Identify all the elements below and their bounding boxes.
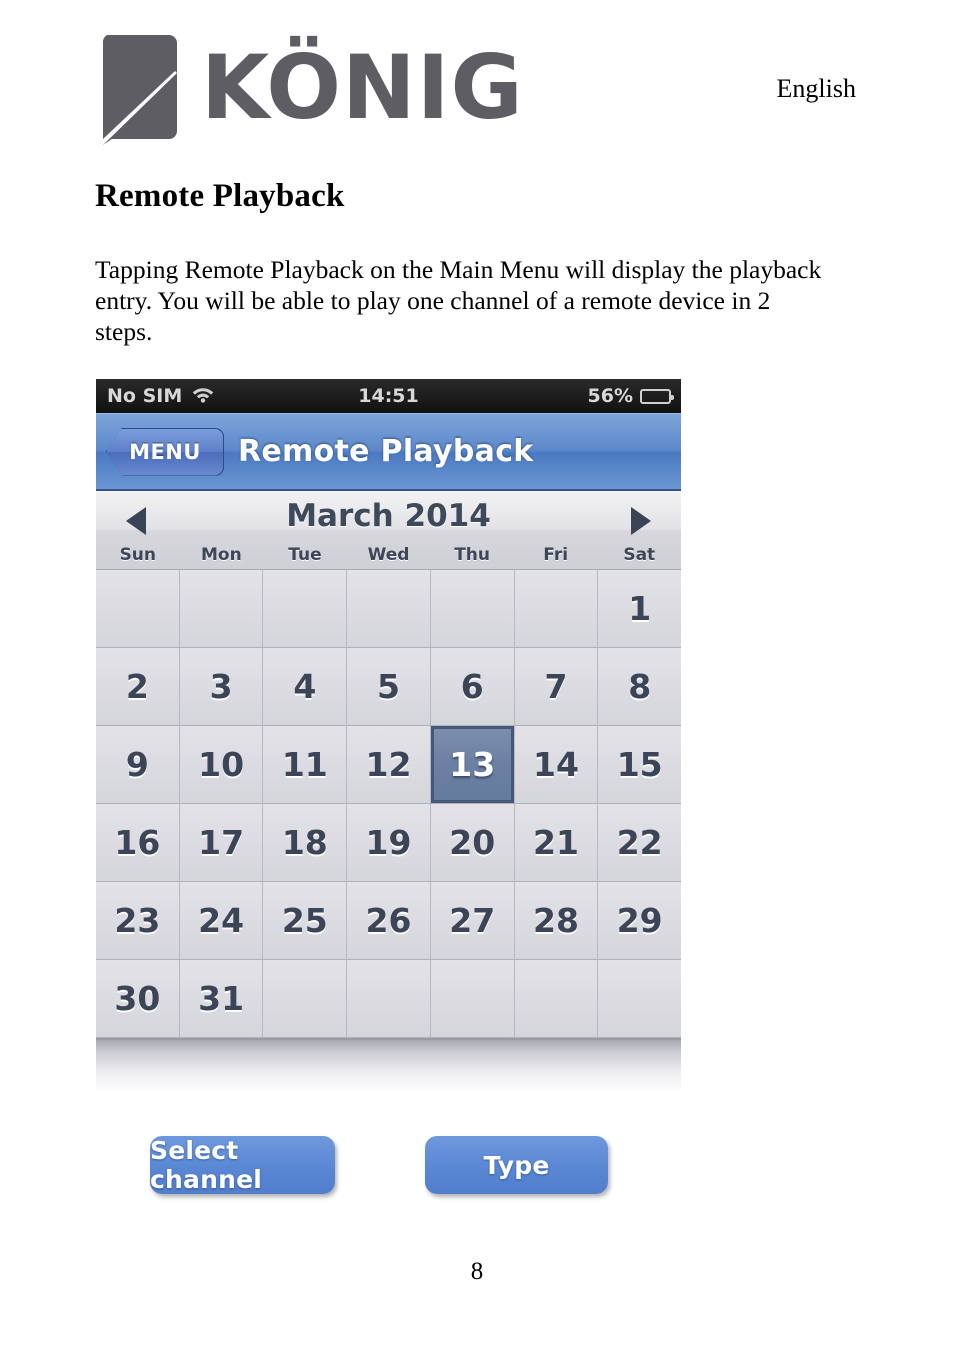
calendar-day-16[interactable]: 16: [96, 804, 180, 882]
calendar-weekday-sat: Sat: [623, 545, 656, 565]
triangle-right-icon[interactable]: [631, 507, 651, 535]
calendar-day-25[interactable]: 25: [263, 882, 348, 960]
phone-screenshot: No SIM 14:51 56% MENU Remote Playback Ma…: [96, 379, 682, 1092]
calendar-day-18[interactable]: 18: [263, 804, 348, 882]
calendar-day-14[interactable]: 14: [514, 726, 599, 804]
app-title: Remote Playback: [238, 434, 534, 469]
calendar-day-empty: [430, 570, 515, 648]
intro-paragraph: Tapping Remote Playback on the Main Menu…: [95, 255, 822, 346]
document-header: KÖNIG English: [0, 0, 954, 160]
calendar-day-empty: [347, 960, 431, 1038]
calendar-month-header: March 2014 Sun Mon Tue Wed Thu Fri Sat: [96, 491, 681, 570]
battery-icon: [640, 388, 674, 404]
calendar-day-28[interactable]: 28: [514, 882, 599, 960]
calendar-day-17[interactable]: 17: [179, 804, 264, 882]
calendar-day-6[interactable]: 6: [430, 648, 515, 726]
calendar-week-row: 16 17 18 19 20 21 22: [96, 804, 682, 882]
app-navigation-bar: MENU Remote Playback: [96, 413, 681, 491]
calendar-weekday-tue: Tue: [288, 545, 322, 565]
calendar-day-empty: [347, 570, 431, 648]
action-button-row: Select channel Type: [0, 1125, 954, 1215]
ios-status-bar: No SIM 14:51 56%: [96, 379, 681, 413]
calendar-week-row: 2345678: [96, 648, 682, 726]
calendar-day-9[interactable]: 9: [96, 726, 180, 804]
calendar-week-row: 30 31: [96, 960, 682, 1038]
calendar-day-21[interactable]: 21: [514, 804, 599, 882]
calendar-day-3[interactable]: 3: [179, 648, 264, 726]
calendar-weekday-sun: Sun: [119, 545, 157, 565]
calendar-weekday-fri: Fri: [543, 545, 569, 565]
select-channel-button[interactable]: Select channel: [150, 1136, 335, 1194]
calendar-day-20[interactable]: 20: [430, 804, 515, 882]
calendar-weekday-wed: Wed: [367, 545, 410, 565]
page-title: Remote Playback: [95, 178, 345, 214]
calendar-grid: 1 2 3 4 5 6 7 8 9 10 11 12 13 14 15 16 17 18 19 20 21 22 23 24 2…: [96, 570, 682, 1040]
calendar-day-15[interactable]: 15: [598, 726, 682, 804]
calendar-day-31[interactable]: 31: [179, 960, 264, 1038]
calendar-week-row: 9 10 11 12 13 14 15: [96, 726, 682, 804]
calendar-day-22[interactable]: 22: [598, 804, 682, 882]
calendar-day-29[interactable]: 29: [598, 882, 682, 960]
status-bar-right: 56%: [587, 385, 674, 407]
calendar-week-row: 1: [96, 570, 682, 648]
calendar-day-19[interactable]: 19: [347, 804, 431, 882]
calendar-day-12[interactable]: 12: [347, 726, 431, 804]
menu-back-button[interactable]: MENU: [106, 427, 224, 476]
calendar-day-7[interactable]: 7: [514, 648, 599, 726]
calendar-month-label: March 2014: [286, 498, 491, 534]
konig-logo: KÖNIG: [97, 27, 524, 145]
calendar-day-2[interactable]: 2: [96, 648, 180, 726]
calendar-weekday-thu: Thu: [454, 545, 490, 565]
calendar-day-empty: [430, 960, 515, 1038]
calendar-day-empty: [263, 960, 348, 1038]
calendar-day-30[interactable]: 30: [96, 960, 180, 1038]
calendar-day-8[interactable]: 8: [598, 648, 682, 726]
type-button[interactable]: Type: [425, 1136, 608, 1194]
calendar-day-empty: [598, 960, 682, 1038]
calendar-day-empty: [263, 570, 348, 648]
calendar-day-26[interactable]: 26: [347, 882, 431, 960]
language-label: English: [776, 74, 856, 103]
calendar-day-4[interactable]: 4: [263, 648, 348, 726]
calendar-day-27[interactable]: 27: [430, 882, 515, 960]
calendar-day-23[interactable]: 23: [96, 882, 180, 960]
calendar-day-10[interactable]: 10: [179, 726, 264, 804]
calendar-day-11[interactable]: 11: [263, 726, 348, 804]
page-number: 8: [470, 1258, 484, 1285]
calendar-day-empty: [96, 570, 180, 648]
konig-logo-mark-icon: [97, 27, 183, 145]
konig-wordmark: KÖNIG: [201, 36, 524, 139]
calendar-day-empty: [179, 570, 264, 648]
calendar-week-row: 23 24 25 26 27 28 29: [96, 882, 682, 960]
calendar-day-24[interactable]: 24: [179, 882, 264, 960]
calendar-weekday-row: Sun Mon Tue Wed Thu Fri Sat: [96, 545, 681, 565]
calendar-day-empty: [514, 570, 599, 648]
calendar-day-empty: [514, 960, 599, 1038]
battery-percent-label: 56%: [587, 385, 633, 407]
calendar-weekday-mon: Mon: [201, 545, 242, 565]
calendar-day-13[interactable]: 13: [430, 726, 515, 804]
screenshot-fade-edge: [96, 1040, 681, 1092]
calendar-day-1[interactable]: 1: [598, 570, 682, 648]
calendar-day-5[interactable]: 5: [347, 648, 431, 726]
